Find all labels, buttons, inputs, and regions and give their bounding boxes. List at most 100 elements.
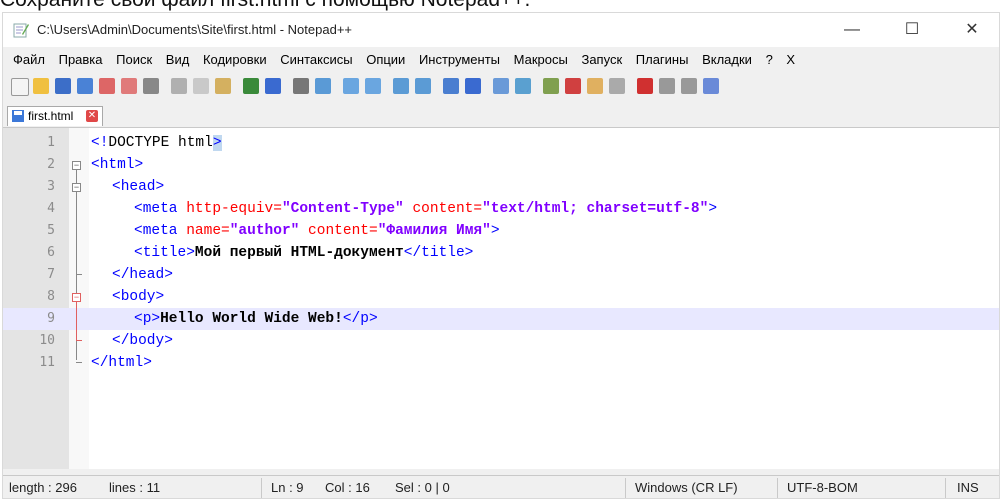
code-text: </head> [112, 267, 173, 283]
code-text: <p>Hello World Wide Web!</p> [134, 308, 378, 330]
status-length: length : 296 [9, 480, 77, 495]
menu-language[interactable]: Синтаксисы [280, 49, 352, 71]
tag-token: > [490, 223, 500, 239]
function-list-icon[interactable] [565, 78, 581, 94]
zoom-out-icon[interactable] [365, 78, 381, 94]
menu-help[interactable]: ? [766, 49, 773, 71]
line-number: 6 [47, 245, 55, 260]
title-bar: C:\Users\Admin\Documents\Site\first.html… [3, 13, 999, 47]
code-line: 5 <meta name="author" content="Фамилия И… [3, 220, 999, 242]
menu-window[interactable]: Вкладки [702, 49, 752, 71]
redo-icon[interactable] [265, 78, 281, 94]
monitoring-icon[interactable] [609, 78, 625, 94]
word-wrap-icon[interactable] [443, 78, 459, 94]
menu-encoding[interactable]: Кодировки [203, 49, 267, 71]
line-number: 8 [47, 289, 55, 304]
status-sel: Sel : 0 | 0 [395, 480, 450, 495]
status-separator [777, 478, 778, 498]
status-lines: lines : 11 [109, 480, 161, 495]
menu-tools[interactable]: Инструменты [419, 49, 500, 71]
menu-macro[interactable]: Макросы [514, 49, 568, 71]
line-number: 3 [47, 179, 55, 194]
paste-icon[interactable] [215, 78, 231, 94]
play-macro-icon[interactable] [681, 78, 697, 94]
line-number: 5 [47, 223, 55, 238]
replace-icon[interactable] [315, 78, 331, 94]
tab-first-html[interactable]: first.html ✕ [7, 106, 103, 126]
indent-guide-icon[interactable] [493, 78, 509, 94]
stop-macro-icon[interactable] [659, 78, 675, 94]
sync-horizontal-icon[interactable] [415, 78, 431, 94]
status-bar: length : 296 lines : 11 Ln : 9 Col : 16 … [3, 475, 999, 498]
tag-token: <p> [134, 311, 161, 327]
status-separator [625, 478, 626, 498]
line-number: 1 [47, 135, 55, 150]
file-saved-icon [12, 110, 24, 122]
status-encoding[interactable]: UTF-8-BOM [787, 480, 858, 495]
tag-token: <title> [134, 245, 195, 261]
page-caption: Сохраните свой файл first.html с помощью… [0, 0, 1002, 12]
line-number: 10 [39, 333, 55, 348]
define-language-icon[interactable] [515, 78, 531, 94]
code-line: 11 </html> [3, 352, 999, 374]
record-macro-icon[interactable] [637, 78, 653, 94]
tag-token: </p> [342, 311, 378, 327]
menu-view[interactable]: Вид [166, 49, 190, 71]
sync-vertical-icon[interactable] [393, 78, 409, 94]
fold-guide-line-active [76, 302, 77, 341]
code-line: 3 <head> [3, 176, 999, 198]
menu-plugins[interactable]: Плагины [636, 49, 689, 71]
fold-head-icon[interactable]: − [72, 183, 81, 192]
code-text: <!DOCTYPE html> [91, 132, 222, 154]
show-all-characters-icon[interactable] [465, 78, 481, 94]
status-insert-mode[interactable]: INS [957, 480, 979, 495]
fold-end-mark-active [76, 340, 82, 341]
code-line: 10 </body> [3, 330, 999, 352]
menu-search[interactable]: Поиск [116, 49, 152, 71]
string-token: "Content-Type" [281, 201, 404, 217]
maximize-button[interactable]: ☐ [889, 17, 935, 43]
close-file-icon[interactable] [99, 78, 115, 94]
zoom-in-icon[interactable] [343, 78, 359, 94]
status-eol[interactable]: Windows (CR LF) [635, 480, 738, 495]
code-text: <meta name="author" content="Фамилия Имя… [134, 220, 500, 242]
new-file-icon[interactable] [11, 78, 29, 96]
tab-close-icon[interactable]: ✕ [86, 110, 98, 122]
attr-token: http-equiv= [186, 201, 282, 217]
menu-run[interactable]: Запуск [581, 49, 622, 71]
menu-settings[interactable]: Опции [366, 49, 405, 71]
copy-icon[interactable] [193, 78, 209, 94]
code-line: 1 <!DOCTYPE html> [3, 132, 999, 154]
code-text: <head> [112, 179, 165, 195]
save-all-icon[interactable] [77, 78, 93, 94]
code-text: <body> [112, 289, 165, 305]
find-icon[interactable] [293, 78, 309, 94]
undo-icon[interactable] [243, 78, 259, 94]
tag-token: </title> [403, 245, 474, 261]
document-map-icon[interactable] [543, 78, 559, 94]
code-editor[interactable]: 1 <!DOCTYPE html> 2 <html> 3 <head> 4 <m… [3, 128, 999, 469]
save-icon[interactable] [55, 78, 71, 94]
line-number: 2 [47, 157, 55, 172]
fold-body-icon[interactable]: − [72, 293, 81, 302]
close-all-icon[interactable] [121, 78, 137, 94]
run-macro-multiple-icon[interactable] [703, 78, 719, 94]
menu-file[interactable]: Файл [13, 49, 45, 71]
code-text: <title>Мой первый HTML-документ</title> [134, 242, 473, 264]
print-icon[interactable] [143, 78, 159, 94]
string-token: "Фамилия Имя" [377, 223, 491, 239]
minimize-button[interactable]: — [829, 17, 875, 43]
cut-icon[interactable] [171, 78, 187, 94]
code-line: 4 <meta http-equiv="Content-Type" conten… [3, 198, 999, 220]
folder-workspace-icon[interactable] [587, 78, 603, 94]
menu-close-doc[interactable]: X [786, 49, 795, 71]
tag-token: > [708, 201, 718, 217]
close-button[interactable]: ✕ [949, 17, 995, 43]
code-line: 8 <body> [3, 286, 999, 308]
text-token: Hello World Wide Web! [160, 311, 343, 327]
fold-html-icon[interactable]: − [72, 161, 81, 170]
menu-edit[interactable]: Правка [59, 49, 103, 71]
status-col: Col : 16 [325, 480, 370, 495]
tab-label: first.html [28, 109, 74, 123]
open-file-icon[interactable] [33, 78, 49, 94]
